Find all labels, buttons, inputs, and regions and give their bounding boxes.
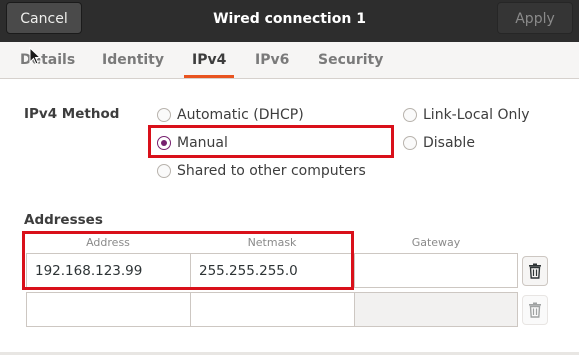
address-field[interactable]: [26, 292, 191, 327]
highlight-box-address: [22, 231, 354, 290]
ipv4-method-label: IPv4 Method: [24, 106, 120, 122]
apply-button[interactable]: Apply: [497, 2, 573, 34]
radio-automatic-dhcp[interactable]: Automatic (DHCP): [157, 104, 304, 126]
highlight-box-manual: [148, 125, 394, 158]
gateway-field[interactable]: [354, 253, 518, 288]
radio-circle[interactable]: [157, 108, 171, 122]
radio-label-automatic: Automatic (DHCP): [177, 107, 304, 123]
radio-label-disable: Disable: [423, 135, 475, 151]
radio-disable[interactable]: Disable: [403, 132, 475, 154]
gateway-field[interactable]: [354, 292, 518, 327]
window-title: Wired connection 1: [213, 11, 366, 27]
addresses-label: Addresses: [24, 212, 103, 228]
tab-security[interactable]: Security: [318, 42, 383, 78]
radio-circle[interactable]: [403, 108, 417, 122]
tab-bar: Details Identity IPv4 IPv6 Security: [0, 42, 579, 79]
trash-icon: [529, 263, 541, 279]
tab-ipv4[interactable]: IPv4: [183, 42, 235, 78]
tab-identity[interactable]: Identity: [102, 42, 164, 78]
tab-ipv6[interactable]: IPv6: [255, 42, 289, 78]
header-bar: Cancel Wired connection 1 Apply: [0, 0, 579, 43]
column-header-gateway: Gateway: [411, 236, 461, 249]
radio-circle[interactable]: [403, 136, 417, 150]
radio-shared[interactable]: Shared to other computers: [157, 160, 366, 182]
delete-address-button-disabled: [522, 295, 548, 325]
mouse-cursor-icon: [29, 47, 41, 65]
delete-address-button[interactable]: [522, 256, 548, 286]
trash-icon: [529, 302, 541, 318]
radio-circle[interactable]: [157, 164, 171, 178]
radio-label-shared: Shared to other computers: [177, 163, 366, 179]
radio-link-local[interactable]: Link-Local Only: [403, 104, 530, 126]
netmask-field[interactable]: [190, 292, 355, 327]
radio-label-link-local: Link-Local Only: [423, 107, 530, 123]
